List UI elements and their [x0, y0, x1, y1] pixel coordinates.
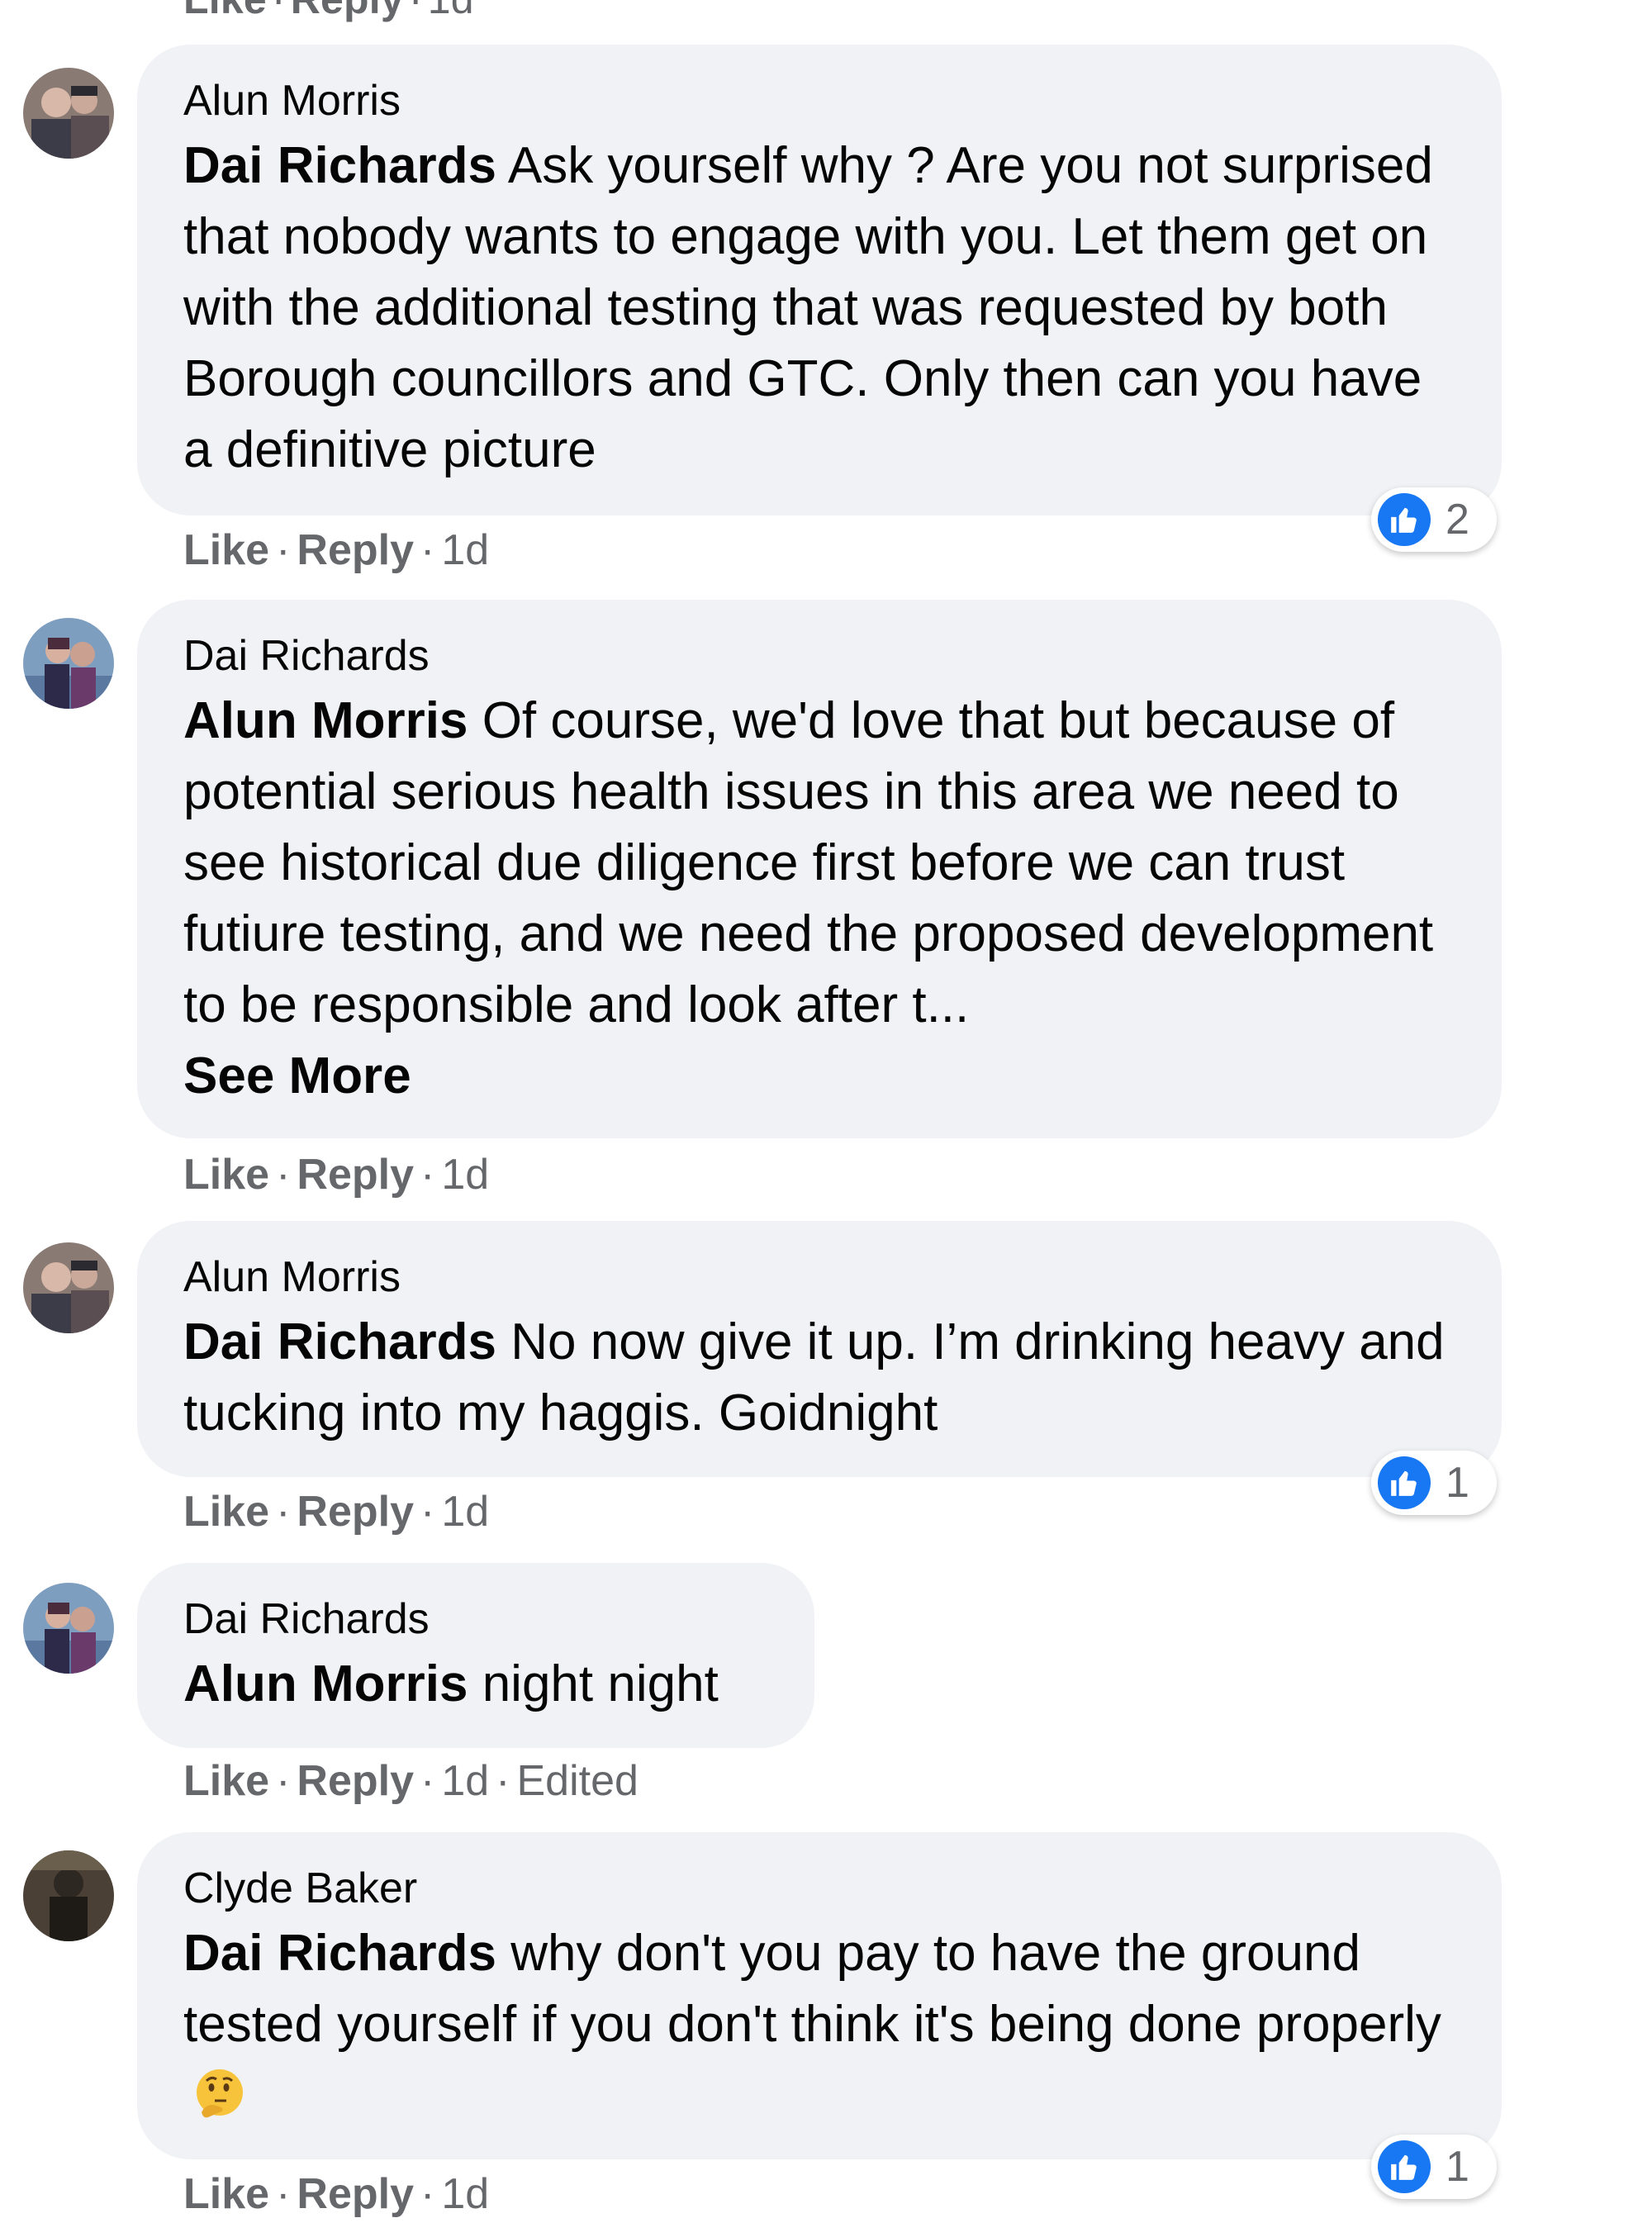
- avatar[interactable]: [23, 1850, 114, 1941]
- mention-link[interactable]: Dai Richards: [183, 137, 496, 194]
- comment-text: Dai Richards No now give it up. I’m drin…: [183, 1307, 1452, 1449]
- comment-actions: Like · Reply · 1d: [183, 526, 490, 574]
- avatar[interactable]: [23, 68, 114, 159]
- comment-body: night night: [482, 1655, 719, 1712]
- profile-photo-icon: [23, 618, 114, 709]
- reaction-badge[interactable]: 2: [1371, 487, 1497, 552]
- comment-timestamp[interactable]: 1d: [428, 0, 474, 22]
- see-more-link[interactable]: See More: [183, 1041, 1452, 1112]
- comment-bubble: Alun Morris Dai Richards No now give it …: [137, 1221, 1502, 1477]
- comment-actions: Like · Reply · 1d: [183, 1151, 490, 1199]
- comments-thread: Like·Reply·1d Alun Morris Dai Richards A…: [0, 0, 1652, 2237]
- comment-author[interactable]: Alun Morris: [183, 76, 1452, 126]
- reply-link[interactable]: Reply: [297, 1757, 414, 1805]
- profile-photo-icon: [23, 68, 114, 159]
- like-reaction-icon: [1378, 493, 1431, 546]
- comment-timestamp[interactable]: 1d: [441, 1151, 489, 1199]
- mention-link[interactable]: Alun Morris: [183, 1655, 468, 1712]
- comment-bubble: Dai Richards Alun Morris Of course, we'd…: [137, 600, 1502, 1138]
- thinking-face-icon: [197, 2069, 243, 2118]
- comment-author[interactable]: Clyde Baker: [183, 1864, 1452, 1913]
- comment-text: Dai Richards why don't you pay to have t…: [183, 1918, 1452, 2131]
- comment-actions: Like · Reply · 1d: [183, 1488, 490, 1536]
- like-link[interactable]: Like: [183, 0, 267, 22]
- avatar[interactable]: [23, 1583, 114, 1674]
- comment-bubble: Dai Richards Alun Morris night night: [137, 1563, 814, 1748]
- comment-bubble: Alun Morris Dai Richards Ask yourself wh…: [137, 45, 1502, 515]
- avatar[interactable]: [23, 1242, 114, 1333]
- comment-author[interactable]: Alun Morris: [183, 1252, 1452, 1302]
- like-link[interactable]: Like: [183, 526, 269, 574]
- mention-link[interactable]: Alun Morris: [183, 692, 468, 749]
- reply-link[interactable]: Reply: [297, 526, 414, 574]
- comment-text: Alun Morris night night: [183, 1649, 765, 1720]
- previous-comment-actions: Like·Reply·1d: [183, 0, 474, 23]
- comment-bubble: Clyde Baker Dai Richards why don't you p…: [137, 1832, 1502, 2159]
- profile-photo-icon: [23, 1850, 114, 1941]
- reply-link[interactable]: Reply: [297, 1151, 414, 1199]
- like-reaction-icon: [1378, 1456, 1431, 1509]
- avatar[interactable]: [23, 618, 114, 709]
- comment-text: Alun Morris Of course, we'd love that bu…: [183, 686, 1452, 1112]
- like-link[interactable]: Like: [183, 1151, 269, 1199]
- reaction-count: 1: [1446, 1459, 1469, 1507]
- reaction-count: 1: [1446, 2143, 1469, 2191]
- comment-actions: Like · Reply · 1d · Edited: [183, 1757, 638, 1805]
- comment-text: Dai Richards Ask yourself why ? Are you …: [183, 131, 1452, 486]
- mention-link[interactable]: Dai Richards: [183, 1313, 496, 1370]
- edited-label: Edited: [516, 1757, 638, 1805]
- comment-timestamp[interactable]: 1d: [441, 2170, 489, 2218]
- like-link[interactable]: Like: [183, 1757, 269, 1805]
- comment-author[interactable]: Dai Richards: [183, 1594, 765, 1644]
- like-link[interactable]: Like: [183, 1488, 269, 1536]
- reply-link[interactable]: Reply: [297, 2170, 414, 2218]
- reaction-count: 2: [1446, 496, 1469, 544]
- profile-photo-icon: [23, 1242, 114, 1333]
- comment-timestamp[interactable]: 1d: [441, 1757, 489, 1805]
- reaction-badge[interactable]: 1: [1371, 2135, 1497, 2199]
- comment-timestamp[interactable]: 1d: [441, 1488, 489, 1536]
- comment-author[interactable]: Dai Richards: [183, 631, 1452, 681]
- mention-link[interactable]: Dai Richards: [183, 1925, 496, 1982]
- reply-link[interactable]: Reply: [291, 0, 404, 22]
- comment-actions: Like · Reply · 1d: [183, 2170, 490, 2218]
- reply-link[interactable]: Reply: [297, 1488, 414, 1536]
- profile-photo-icon: [23, 1583, 114, 1674]
- reaction-badge[interactable]: 1: [1371, 1451, 1497, 1515]
- comment-timestamp[interactable]: 1d: [441, 526, 489, 574]
- like-reaction-icon: [1378, 2140, 1431, 2193]
- like-link[interactable]: Like: [183, 2170, 269, 2218]
